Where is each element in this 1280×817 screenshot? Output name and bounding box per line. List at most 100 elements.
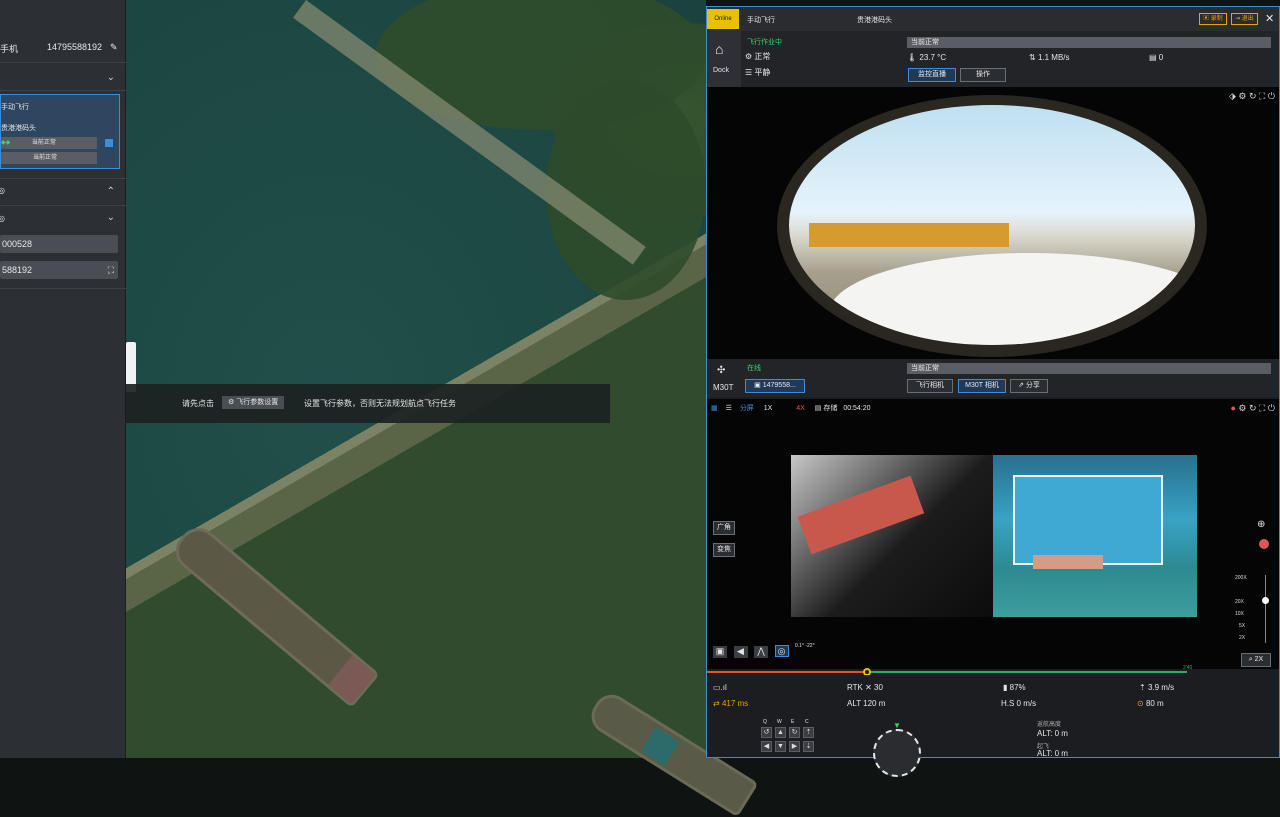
zoom-badge[interactable]: ⌕ 2X [1241, 653, 1271, 667]
menu-icon[interactable]: ☰ [726, 405, 732, 412]
card-site: 贵港港码头 [1, 125, 36, 132]
copy-icon: ▣ [754, 382, 761, 389]
left-key[interactable]: ◀ [761, 741, 772, 752]
refresh-icon[interactable]: ↻ [1249, 403, 1257, 413]
altitude: ALT 120 m [847, 699, 886, 708]
zoom-button[interactable]: 变焦 [713, 543, 735, 557]
signal-icon: ◆◆ [1, 140, 11, 146]
divider [0, 62, 126, 63]
fullscreen-icon[interactable]: ⛶ [1259, 403, 1265, 413]
toast-banner: 请先点击 ⚙ 飞行参数设置 设置飞行参数，否则无法规划航点飞行任务 [126, 384, 610, 423]
drone-label: M30T [713, 383, 734, 392]
split-view-icon[interactable]: ▦ [711, 405, 718, 412]
card-action-icon[interactable] [105, 139, 113, 147]
back-key[interactable]: ▼ [775, 741, 786, 752]
flight-camera-button[interactable]: 飞行相机 [907, 379, 953, 393]
rotate-left-key[interactable]: ↺ [761, 727, 772, 738]
header-mode: 手动飞行 [747, 17, 775, 24]
rtk-status: RTK ✕ 30 [847, 683, 883, 692]
dock-camera-toolbar: ⬗ ⚙ ↻ ⛶ ⏻ [1229, 91, 1275, 102]
edit-icon[interactable]: ✎ [110, 42, 118, 53]
gear-icon: ⚙ [228, 399, 235, 406]
gear-icon[interactable]: ⚙ [1238, 403, 1246, 413]
zoom-b: 4X [796, 405, 805, 412]
fisheye-image [777, 95, 1207, 357]
key-label: C [805, 719, 809, 725]
duration: 00:54:20 [843, 405, 871, 412]
keyboard-controls: Q W E C ↺ ▲ ↻ ⇡ ◀ ▼ ▶ ⇣ [761, 719, 821, 757]
network-speed: ⇅ 1.1 MB/s [1029, 53, 1070, 62]
chevron-up-icon[interactable]: ⌃ [107, 186, 115, 197]
exit-button[interactable]: ⇥ 退出 [1231, 13, 1258, 25]
chevron-down-icon[interactable]: ⌄ [107, 212, 115, 223]
zoom-knob[interactable] [1262, 597, 1269, 604]
storage-icon: ▤ 存储 [814, 405, 838, 412]
count: ▤ 0 [1149, 53, 1164, 62]
zoom-level: 10X [1235, 611, 1244, 617]
signal-icon[interactable]: ⬗ [1229, 91, 1236, 101]
divider [0, 205, 126, 206]
drone-camera-view[interactable]: ▦ ☰ 分屏 1X 4X ▤ 存储 00:54:20 ● ⚙ ↻ ⛶ ⏻ 广角 … [707, 399, 1279, 669]
record-button[interactable] [1259, 539, 1269, 549]
drone-serial[interactable]: ▣ 1479558... [745, 379, 805, 393]
timeline-end: 2'40 [1183, 665, 1193, 671]
tab-live[interactable]: 监控直播 [908, 68, 956, 82]
forward-key[interactable]: ▲ [775, 727, 786, 738]
up-key[interactable]: ⇡ [803, 727, 814, 738]
power-icon[interactable]: ⏻ [1268, 91, 1275, 101]
rotate-right-key[interactable]: ↻ [789, 727, 800, 738]
toast-prefix: 请先点击 [182, 399, 214, 408]
panel-header: Online 手动飞行 贵港港码头 ▣ 录制 ⇥ 退出 ✕ [707, 7, 1279, 31]
zoom-level: 200X [1235, 575, 1247, 581]
timeline-progress [707, 671, 867, 673]
zoom-slider[interactable]: 200X 20X 10X 5X 2X [1235, 575, 1275, 645]
phone-number: 14795588192 [47, 42, 103, 52]
flight-param-button[interactable]: ⚙ 飞行参数设置 [222, 396, 285, 409]
wide-button[interactable]: 广角 [713, 521, 735, 535]
refresh-icon[interactable]: ↻ [1249, 91, 1257, 101]
card-mode: 手动飞行 [1, 104, 29, 111]
thermal-feed [791, 455, 993, 617]
drone-status-bar: 当前正常 [907, 363, 1271, 374]
mode-icon[interactable]: ⋀ [754, 646, 769, 658]
info-field-1: 000528 [0, 235, 118, 253]
key-label: Q [763, 719, 767, 725]
tab-ops[interactable]: 操作 [960, 68, 1006, 82]
battery-status: ▮ 87% [1003, 683, 1026, 692]
share-button[interactable]: ⇗ 分享 [1010, 379, 1048, 393]
record-dot-icon[interactable]: ● [1230, 403, 1235, 413]
fisheye-scene [789, 105, 1195, 345]
video-icon[interactable]: ◀ [733, 646, 748, 658]
power-icon[interactable]: ⏻ [1268, 403, 1275, 413]
split-mode[interactable]: 分屏 [740, 405, 754, 412]
target-icon[interactable]: ◎ [774, 645, 789, 657]
zoom-level: 2X [1239, 635, 1246, 641]
drone-camera-controls: ● ⚙ ↻ ⛶ ⏻ [1230, 403, 1275, 414]
card-status-a: ◆◆ 当前正常 [1, 137, 97, 149]
drone-status: 在线 [747, 365, 761, 372]
dock-roof [829, 253, 1195, 345]
satellite-map[interactable]: 请先点击 ⚙ 飞行参数设置 设置飞行参数，否则无法规划航点飞行任务 [126, 0, 759, 817]
fullscreen-icon[interactable]: ⛶ [1259, 91, 1265, 101]
ship-hull [1013, 475, 1163, 565]
compass: ▼ [873, 721, 921, 777]
down-key[interactable]: ⇣ [803, 741, 814, 752]
scan-icon[interactable]: ⛶ [108, 261, 114, 279]
latency: ⇄ 417 ms [713, 699, 749, 708]
takeoff-alt-value: ALT: 0 m [1037, 749, 1068, 758]
m30t-camera-button[interactable]: M30T 相机 [958, 379, 1006, 393]
record-button[interactable]: ▣ 录制 [1199, 13, 1227, 25]
close-icon[interactable]: ✕ [1265, 12, 1274, 25]
chevron-down-icon[interactable]: ⌄ [107, 72, 115, 83]
timeline-remaining [867, 671, 1187, 673]
device-card[interactable]: 手动飞行 贵港港码头 ◆◆ 当前正常 当前正常 [0, 94, 120, 169]
distance: ⊙ 80 m [1137, 699, 1164, 708]
online-badge: Online [707, 9, 739, 29]
dock-section: ⌂ Dock 飞行作业中 ⚙ 正常 ☰ 平静 当前正常 🌡 23.7 °C ⇅ … [707, 31, 1279, 87]
dock-camera-view[interactable]: ⬗ ⚙ ↻ ⛶ ⏻ [707, 87, 1279, 359]
right-key[interactable]: ▶ [789, 741, 800, 752]
photo-icon[interactable]: ▣ [713, 646, 727, 658]
gear-icon[interactable]: ⚙ [1238, 91, 1246, 101]
thermal-hotspot [797, 475, 925, 555]
camera-switch-icon[interactable]: ⊕ [1257, 519, 1265, 530]
